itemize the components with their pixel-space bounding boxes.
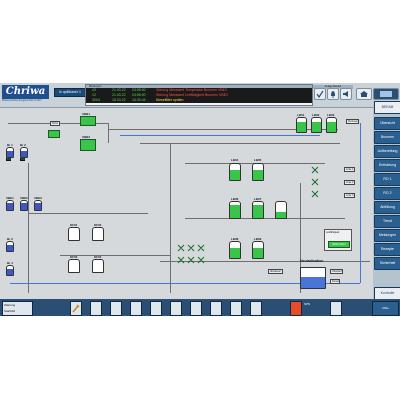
conductivity-value: 0000 µS/cm <box>328 241 350 248</box>
pump-br3[interactable] <box>6 241 14 252</box>
horn-icon[interactable] <box>340 88 352 100</box>
footer-down-icon[interactable] <box>150 301 162 316</box>
nav-item-brunnen[interactable]: Brunnen <box>374 131 400 144</box>
pump-br4[interactable] <box>6 265 14 276</box>
pump-value-display: 0.0 <box>6 158 12 161</box>
pipe <box>170 143 171 293</box>
nav-item-rezepte[interactable]: Rezepte <box>374 243 400 256</box>
nav-top-button[interactable]: BEEAB <box>374 101 400 114</box>
footer-maintenance-button[interactable]: Wartung Startbild <box>2 301 33 316</box>
pipe <box>28 213 148 214</box>
nav-item-abfuellung[interactable]: Abfüllung <box>374 201 400 214</box>
nav-item-uebersicht[interactable]: Übersicht <box>374 117 400 130</box>
footer-up-icon[interactable] <box>130 301 142 316</box>
pump-value-display: 0.0 <box>20 158 26 161</box>
tank-lb07b[interactable] <box>275 201 287 219</box>
footer-info-icon[interactable] <box>250 301 262 316</box>
nav-item-enthaertung[interactable]: Enthärtung <box>374 159 400 172</box>
pump-br1[interactable] <box>6 147 14 158</box>
line-valves-icon[interactable] <box>310 165 330 205</box>
nav-item-trend[interactable]: Trend <box>374 215 400 228</box>
wastewater-label: Abwasser <box>268 269 283 274</box>
user-selector[interactable]: ln optMonex 1 <box>54 88 86 97</box>
tank-label: LB04 <box>231 158 239 162</box>
nav-item-ro2[interactable]: RO 2 <box>374 187 400 200</box>
water-line <box>360 123 361 283</box>
footer-print-icon[interactable] <box>190 301 202 316</box>
tank-lb09[interactable] <box>252 241 264 259</box>
filter-kf04[interactable] <box>92 259 104 273</box>
conductivity-panel: Leitfähigkeit 0000 µS/cm <box>324 229 352 251</box>
overflow-label: Überlauf <box>330 269 344 274</box>
line-3-label: Linie 3 <box>344 193 356 198</box>
vessel-vbe3[interactable] <box>34 200 42 211</box>
filter-kf03[interactable] <box>68 259 80 273</box>
tank-lb06[interactable] <box>229 201 241 219</box>
screen-select-icon[interactable] <box>373 88 399 100</box>
header-bar: Chriwa Wasseraufbereitungstechnik GmbH l… <box>0 83 400 108</box>
footer-zoom-icon[interactable] <box>170 301 182 316</box>
acknowledge-icon[interactable] <box>314 88 326 100</box>
tank-lb03[interactable] <box>326 117 337 133</box>
vbb2-tank[interactable] <box>80 139 96 151</box>
nav-item-aufbereitung[interactable]: Aufbereitung <box>374 145 400 158</box>
footer-settings-icon[interactable] <box>230 301 242 316</box>
scada-screen: Chriwa Wasseraufbereitungstechnik GmbH l… <box>0 83 400 316</box>
vbb1-tank[interactable] <box>80 116 96 126</box>
footer-sps-label: SPS <box>304 302 311 306</box>
nav-item-meldungen[interactable]: Meldungen <box>374 229 400 242</box>
neutralisation-tank[interactable] <box>300 267 326 289</box>
nav-item-sicherheit[interactable]: Sicherheit <box>374 257 400 270</box>
navigation-panel: BEEAB Übersicht Brunnen Aufbereitung Ent… <box>373 101 400 316</box>
footer-arrow-right-icon[interactable] <box>110 301 122 316</box>
pipe <box>28 163 29 293</box>
pipe <box>185 218 345 219</box>
line-2-label: Linie 2 <box>344 180 356 185</box>
footer-arrow-left-icon[interactable] <box>90 301 102 316</box>
footer-trend-icon[interactable] <box>210 301 222 316</box>
valve-box[interactable]: KF01 <box>50 121 60 126</box>
tank-lb07[interactable] <box>252 201 264 219</box>
filter-kf01[interactable] <box>68 227 80 241</box>
brand-logo: Chriwa <box>2 85 49 99</box>
vessel-vbe2[interactable] <box>20 200 28 211</box>
tank-lb02[interactable] <box>311 117 322 133</box>
neutralisation-title: Neutralisation <box>300 259 324 263</box>
pipe <box>108 123 109 143</box>
dosing-unit[interactable] <box>48 130 60 138</box>
tank-label: LB05 <box>254 158 262 162</box>
vessel-vbe1[interactable] <box>6 200 14 211</box>
alarm-message-panel[interactable]: Meldungen 43 21.03.22 03:55:00 Störung M… <box>85 84 313 106</box>
pump-br2[interactable] <box>20 147 28 158</box>
line-1-label: Linie 1 <box>344 167 356 172</box>
brand-subtitle: Wasseraufbereitungstechnik GmbH <box>2 99 42 102</box>
tank-lb05[interactable] <box>252 163 264 181</box>
footer-keyboard-icon[interactable] <box>330 301 342 316</box>
alarm-row[interactable]: 3004 18.03.22 16:30:44 Kieselfilter spül… <box>86 98 312 103</box>
footer-right-button[interactable]: Mitte <box>372 301 399 316</box>
alarm-bell-icon[interactable] <box>327 88 339 100</box>
tank-lb08[interactable] <box>229 241 241 259</box>
tank-lb04[interactable] <box>229 163 241 181</box>
nav-item-ro1[interactable]: RO 1 <box>374 173 400 186</box>
filter-kf02[interactable] <box>92 227 104 241</box>
footer-warning-icon[interactable] <box>290 301 302 316</box>
footer-tool-icon[interactable] <box>70 301 82 316</box>
water-line <box>120 135 320 136</box>
valve-manifold-icon[interactable] <box>176 243 206 273</box>
channel-label: Kanal <box>330 279 341 284</box>
permeate-outlet-label: Permeat <box>346 119 360 124</box>
home-icon[interactable] <box>356 88 372 100</box>
footer-bar: Wartung Startbild SPS Mitte <box>0 299 400 316</box>
tank-lb01[interactable] <box>296 117 307 133</box>
